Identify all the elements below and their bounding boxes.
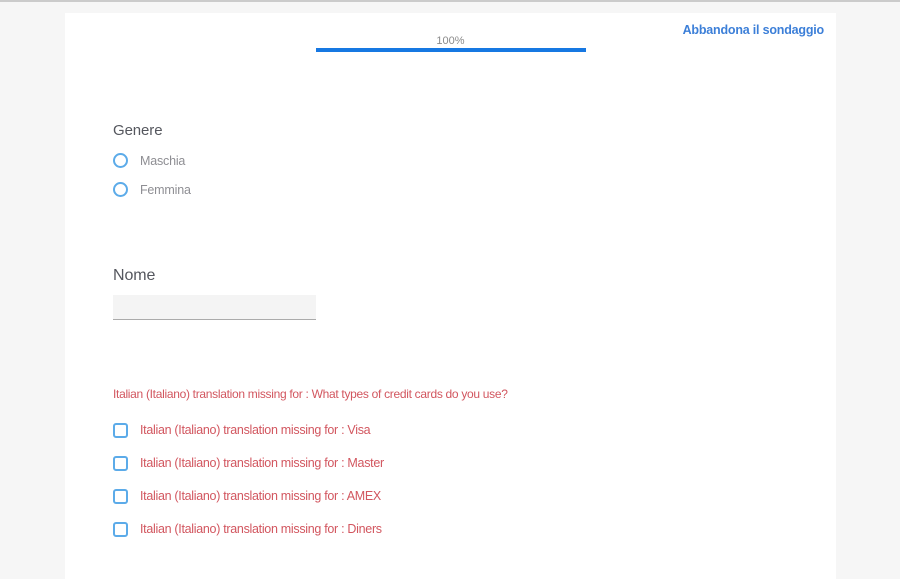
- question-credit-cards: Italian (Italiano) translation missing f…: [113, 388, 508, 537]
- radio-button-icon[interactable]: [113, 153, 128, 168]
- name-question-title: Nome: [113, 267, 316, 284]
- progress-percent-label: 100%: [316, 35, 586, 47]
- survey-progress: 100%: [316, 35, 586, 52]
- checkbox-option-label: Italian (Italiano) translation missing f…: [140, 489, 381, 503]
- checkbox-option-label: Italian (Italiano) translation missing f…: [140, 423, 370, 437]
- checkbox-icon[interactable]: [113, 522, 128, 537]
- checkbox-option-label: Italian (Italiano) translation missing f…: [140, 522, 382, 536]
- checkbox-option-amex[interactable]: Italian (Italiano) translation missing f…: [113, 488, 508, 504]
- radio-option-label: Femmina: [140, 183, 191, 197]
- checkbox-option-visa[interactable]: Italian (Italiano) translation missing f…: [113, 422, 508, 438]
- checkbox-option-master[interactable]: Italian (Italiano) translation missing f…: [113, 455, 508, 471]
- page-top-border: [0, 0, 900, 2]
- radio-option-femmina[interactable]: Femmina: [113, 182, 191, 197]
- gender-question-title: Genere: [113, 123, 191, 139]
- checkbox-option-diners[interactable]: Italian (Italiano) translation missing f…: [113, 521, 508, 537]
- progress-fill: [316, 48, 586, 52]
- radio-button-icon[interactable]: [113, 182, 128, 197]
- credit-cards-question-title: Italian (Italiano) translation missing f…: [113, 388, 508, 401]
- survey-card: Abbandona il sondaggio 100% Genere Masch…: [65, 13, 836, 579]
- radio-option-label: Maschia: [140, 154, 185, 168]
- radio-option-maschia[interactable]: Maschia: [113, 153, 191, 168]
- question-name: Nome: [113, 267, 316, 320]
- progress-track: [316, 48, 586, 52]
- checkbox-icon[interactable]: [113, 489, 128, 504]
- name-input[interactable]: [113, 295, 316, 320]
- checkbox-icon[interactable]: [113, 423, 128, 438]
- abandon-survey-link[interactable]: Abbandona il sondaggio: [683, 23, 824, 37]
- checkbox-option-label: Italian (Italiano) translation missing f…: [140, 456, 384, 470]
- question-gender: Genere Maschia Femmina: [113, 123, 191, 197]
- checkbox-icon[interactable]: [113, 456, 128, 471]
